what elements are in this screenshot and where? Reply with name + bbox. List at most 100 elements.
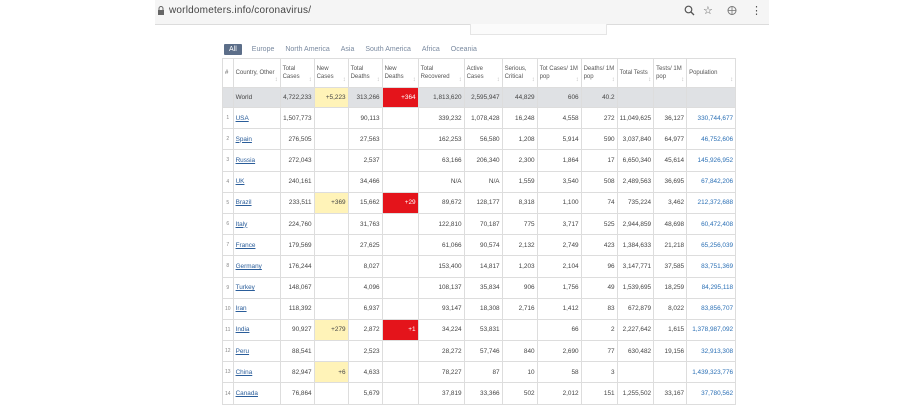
table-row: 11 India 90,927 +279 2,872 +1 34,224 53,831 66 2 2… [222,318,737,342]
extension-icon[interactable] [727,5,737,19]
serious-critical-cell: 2,716 [501,297,538,320]
deaths-per-million-cell: 151 [580,382,618,405]
serious-critical-cell: 2,132 [501,234,538,257]
sort-icon[interactable]: ↕ [377,76,380,84]
population-cell: 145,926,952 [686,149,737,172]
col-population-header[interactable]: Population ↕ [686,58,737,88]
col-rank-header[interactable]: # [222,58,234,88]
col-deaths-per-million-header[interactable]: Deaths/ 1M pop ↕ [580,58,618,88]
deaths-per-million-cell: 508 [580,170,618,193]
total-cases-cell: 224,760 [279,212,315,236]
population-cell [686,87,737,108]
country-link[interactable]: Germany [236,263,262,270]
col-total-cases-header[interactable]: Total Cases ↕ [279,58,315,88]
country-link[interactable]: India [236,326,250,333]
deaths-per-million-cell: 49 [580,276,618,299]
new-cases-cell [313,382,349,405]
total-deaths-cell: 27,563 [347,128,383,151]
col-total-tests-header[interactable]: Total Tests ↕ [616,58,655,88]
active-cases-cell: 53,831 [463,318,503,342]
active-cases-cell: 206,340 [463,149,503,172]
header-label: Country, Other [235,70,275,76]
col-cases-per-million-header[interactable]: Tot Cases/ 1M pop ↕ [536,58,582,88]
cases-per-million-cell: 3,540 [536,170,582,193]
tab-africa[interactable]: Africa [422,44,440,55]
tab-asia[interactable]: Asia [341,44,355,55]
new-deaths-cell [381,276,419,299]
header-label: Active Cases [466,66,484,80]
country-link[interactable]: Italy [236,221,248,228]
population-cell: 330,744,677 [686,106,737,130]
total-recovered-cell: 63,166 [417,149,465,172]
col-tests-per-million-header[interactable]: Tests/ 1M pop ↕ [653,58,688,88]
country-link[interactable]: China [236,369,253,376]
total-deaths-cell: 2,872 [347,318,383,342]
country-link[interactable]: Turkey [236,284,255,291]
total-cases-cell: 76,864 [279,382,315,405]
header-label: Population [689,70,718,76]
total-recovered-cell: 34,224 [417,318,465,342]
country-link[interactable]: Canada [236,390,258,397]
tests-per-million-cell: 8,022 [653,297,688,320]
country-link[interactable]: Iran [236,305,247,312]
country-cell: Russia [232,149,281,172]
cases-per-million-cell: 1,412 [536,297,582,320]
sort-icon[interactable]: ↕ [532,76,535,84]
total-tests-cell: 1,255,502 [616,382,655,405]
new-deaths-cell [381,170,419,193]
country-link[interactable]: Spain [236,136,252,143]
search-icon[interactable] [684,5,695,19]
total-cases-cell: 118,392 [279,297,315,320]
new-cases-cell: +5,223 [313,87,349,108]
sort-icon[interactable]: ↕ [275,76,278,84]
deaths-per-million-cell: 2 [580,318,618,342]
col-new-deaths-header[interactable]: New Deaths ↕ [381,58,419,88]
total-tests-cell: 2,944,859 [616,212,655,236]
deaths-per-million-cell: 3 [580,361,618,384]
sort-icon[interactable]: ↕ [343,76,346,84]
col-new-cases-header[interactable]: New Cases ↕ [313,58,349,88]
col-active-cases-header[interactable]: Active Cases ↕ [463,58,503,88]
sort-icon[interactable]: ↕ [648,76,651,84]
sort-icon[interactable]: ↕ [681,76,684,84]
country-link[interactable]: Brazil [236,199,252,206]
new-cases-cell: +279 [313,318,349,342]
col-serious-critical-header[interactable]: Serious, Critical ↕ [501,58,538,88]
table-row: 12 Peru 88,541 2,523 28,272 57,746 840 2,690 77 6… [222,340,737,363]
tab-europe[interactable]: Europe [252,44,275,55]
country-link[interactable]: Peru [236,348,250,355]
tab-all[interactable]: All [224,43,242,55]
tab-south-america[interactable]: South America [365,44,411,55]
col-total-deaths-header[interactable]: Total Deaths ↕ [347,58,383,88]
population-cell: 212,372,688 [686,191,737,214]
country-link[interactable]: Russia [236,157,256,164]
sort-icon[interactable]: ↕ [309,76,312,84]
browser-toolbar: worldometers.info/coronavirus/ ☆ ⋮ [155,0,769,25]
menu-icon[interactable]: ⋮ [751,5,762,17]
total-tests-cell: 3,037,840 [616,128,655,151]
active-cases-cell: 35,834 [463,276,503,299]
new-deaths-cell: +364 [381,87,419,108]
active-cases-cell: 33,366 [463,382,503,405]
sort-icon[interactable]: ↕ [576,76,579,84]
rank-cell: 2 [222,128,234,151]
new-deaths-cell [381,212,419,236]
table-row: 6 Italy 224,760 31,763 122,810 70,187 775 3,717… [222,212,737,236]
country-link[interactable]: USA [236,115,249,122]
population-cell: 67,842,206 [686,170,737,193]
total-deaths-cell: 2,537 [347,149,383,172]
col-total-recovered-header[interactable]: Total Recovered ↕ [417,58,465,88]
sort-icon[interactable]: ↕ [612,76,615,84]
country-link[interactable]: UK [236,178,245,185]
country-link[interactable]: France [236,242,256,249]
sort-icon[interactable]: ↕ [459,76,462,84]
address-bar[interactable]: worldometers.info/coronavirus/ [169,5,311,16]
col-country-header[interactable]: Country, Other ↕ [232,58,281,88]
sort-icon[interactable]: ↕ [730,76,733,84]
sort-icon[interactable]: ↕ [413,76,416,84]
star-icon[interactable]: ☆ [703,5,713,17]
tab-north-america[interactable]: North America [285,44,329,55]
tests-per-million-cell: 19,156 [653,340,688,363]
sort-icon[interactable]: ↕ [497,76,500,84]
tab-oceania[interactable]: Oceania [451,44,477,55]
